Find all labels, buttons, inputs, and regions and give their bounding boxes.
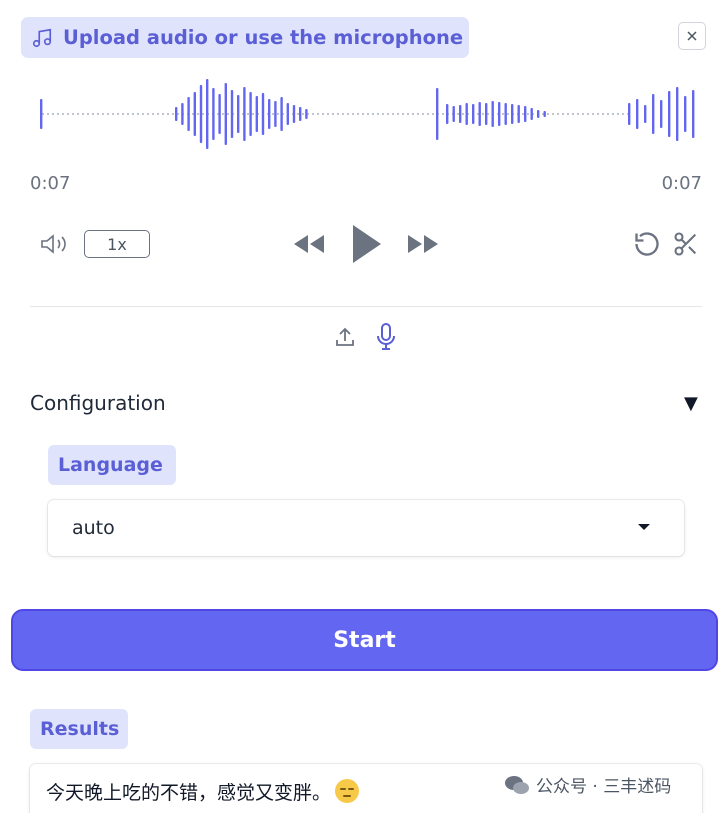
- volume-icon: [41, 234, 66, 254]
- wechat-icon: [505, 775, 529, 794]
- volume-button[interactable]: [38, 230, 72, 258]
- microphone-icon: [377, 323, 395, 350]
- reset-icon: [635, 232, 659, 256]
- watermark-text: 公众号 · 三丰述码: [536, 777, 672, 797]
- divider: [30, 306, 702, 307]
- fast-forward-icon: [408, 235, 438, 253]
- music-note-icon: [31, 27, 53, 49]
- language-value: auto: [72, 517, 115, 539]
- microphone-source-button[interactable]: [373, 321, 399, 353]
- language-select[interactable]: auto: [48, 500, 684, 556]
- close-icon: [687, 31, 697, 41]
- reset-button[interactable]: [632, 229, 662, 259]
- rewind-icon: [294, 235, 324, 253]
- upload-icon: [336, 327, 354, 346]
- results-label: Results: [30, 709, 128, 749]
- upload-audio-label: Upload audio or use the microphone: [21, 17, 469, 58]
- upload-source-button[interactable]: [332, 323, 358, 351]
- results-text: 今天晚上吃的不错，感觉又变胖。: [46, 782, 332, 804]
- trim-button[interactable]: [671, 229, 701, 259]
- current-time: 0:07: [30, 173, 71, 194]
- duration-time: 0:07: [661, 173, 702, 194]
- pensive-face-emoji: [335, 779, 360, 803]
- scissors-icon: [674, 232, 697, 256]
- rewind-button[interactable]: [290, 228, 328, 260]
- watermark: 公众号 · 三丰述码: [498, 770, 678, 799]
- collapse-caret-icon[interactable]: ▼: [684, 393, 698, 414]
- start-button[interactable]: Start: [11, 609, 718, 671]
- audio-waveform[interactable]: [30, 76, 700, 156]
- playback-speed-button[interactable]: 1x: [84, 230, 150, 258]
- language-label: Language: [48, 445, 176, 485]
- play-button[interactable]: [346, 222, 386, 266]
- play-icon: [353, 225, 381, 263]
- chevron-down-icon: [638, 524, 650, 530]
- upload-audio-text: Upload audio or use the microphone: [63, 26, 464, 49]
- fast-forward-button[interactable]: [404, 228, 442, 260]
- configuration-title[interactable]: Configuration: [30, 391, 166, 415]
- close-button[interactable]: [678, 22, 706, 50]
